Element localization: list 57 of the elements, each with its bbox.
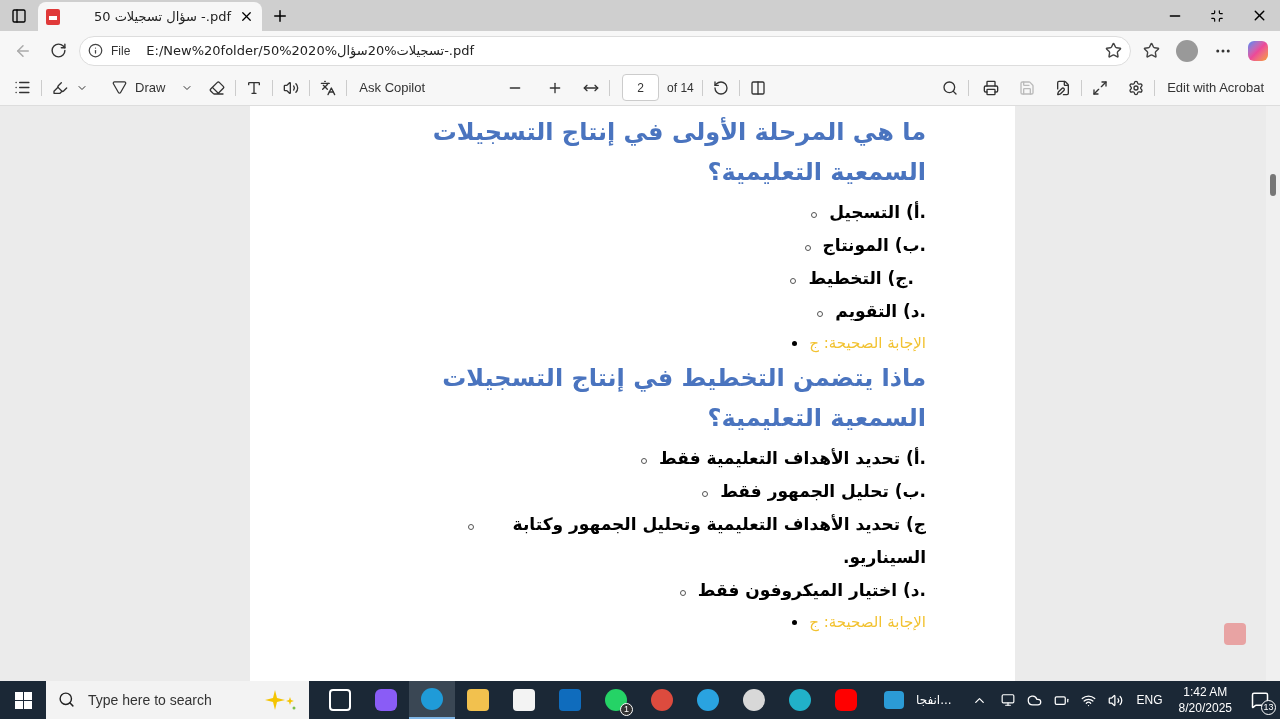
ask-copilot-button[interactable]: Ask Copilot [351, 73, 434, 102]
answer-option: .د) التقويم [835, 295, 926, 328]
favorite-icon[interactable] [1105, 42, 1122, 59]
restore-icon[interactable] [1210, 8, 1224, 23]
bullet [792, 340, 798, 346]
tab-title: 50 سؤال تسجيلات -.pdf [92, 7, 231, 27]
search-icon [58, 691, 75, 708]
expand-icon[interactable] [1092, 79, 1109, 96]
search-icon[interactable] [942, 79, 959, 96]
answer-option: .د) اختيار الميكروفون فقط [697, 574, 926, 607]
info-icon [88, 43, 103, 58]
correct-answer: الإجابة الصحيحة: ج [809, 612, 926, 634]
correct-answer: الإجابة الصحيحة: ج [809, 333, 926, 355]
volume-icon[interactable] [1107, 692, 1123, 708]
answer-option: .أ) تحديد الأهداف التعليمية فقط [659, 442, 926, 475]
clock[interactable]: 1:42 AM 8/20/2025 [1178, 684, 1232, 716]
page-count: of 14 [667, 79, 694, 97]
text-box-icon[interactable] [246, 79, 263, 96]
tab-actions-icon[interactable] [11, 7, 27, 24]
url-text: E:/New%20folder/50%2020%تسجيلات%20سؤال-.pdf [146, 41, 475, 61]
question-heading: ماذا يتضمن التخطيط في إنتاج التسجيلات السمعية التعليمية؟ [441, 363, 926, 434]
answer-option: .أ) التسجيل [829, 196, 926, 229]
highlighter-icon[interactable] [52, 79, 68, 96]
speaker-icon[interactable] [283, 79, 300, 96]
question-heading: ما هي المرحلة الأولى في إنتاج التسجيلات السمعية التعليمية؟ [431, 116, 926, 188]
taskbar-search-field[interactable]: Type here to search [46, 681, 309, 719]
bullet [792, 619, 798, 625]
language-indicator[interactable]: ENG [1136, 691, 1163, 709]
windows-start-icon[interactable] [14, 691, 32, 709]
eraser-icon[interactable] [209, 79, 226, 96]
wifi-icon[interactable] [1080, 692, 1096, 708]
pen-icon[interactable] [112, 80, 127, 95]
list-icon[interactable] [14, 79, 31, 96]
close-tab-icon[interactable] [239, 9, 254, 24]
pdf-file-icon [46, 8, 60, 25]
answer-option: ج) تحديد الأهداف التعليمية وتحليل الجمهور وكتابة السيناريو. [486, 508, 926, 574]
taskbar-app-label[interactable]: انفجا... [916, 691, 952, 709]
draw-button[interactable]: Draw [106, 73, 200, 102]
rotate-icon[interactable] [712, 79, 729, 96]
onedrive-icon[interactable] [1026, 692, 1042, 708]
favorites-icon[interactable] [1143, 42, 1160, 59]
task-view-icon[interactable] [329, 689, 351, 711]
profile-avatar[interactable] [1176, 39, 1198, 62]
page-view-icon[interactable] [749, 79, 766, 96]
answer-option: .ج) التخطيط [808, 262, 914, 295]
translate-icon[interactable] [320, 79, 337, 96]
edit-with-acrobat-button[interactable]: Edit with Acrobat [1159, 73, 1272, 102]
site-scheme: File [111, 42, 131, 60]
save-edit-icon[interactable] [1055, 79, 1072, 96]
refresh-icon[interactable] [50, 42, 67, 59]
answer-option: .ب) المونتاج [822, 229, 926, 262]
notification-badge: 1 [620, 703, 633, 716]
answer-option: .ب) تحليل الجمهور فقط [720, 475, 926, 508]
print-icon[interactable] [983, 79, 1000, 96]
browser-tab[interactable]: 50 سؤال تسجيلات -.pdf [38, 2, 262, 31]
page-number-field[interactable]: 2 [622, 74, 660, 101]
notification-count[interactable]: 13 [1261, 700, 1276, 715]
